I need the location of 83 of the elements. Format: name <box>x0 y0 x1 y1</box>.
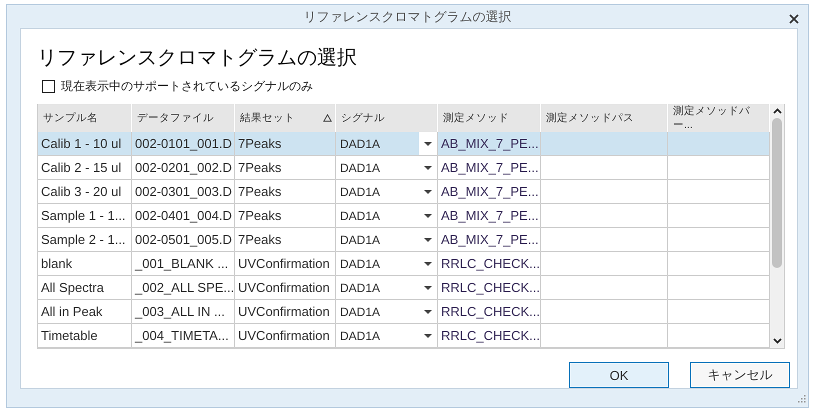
table-row[interactable]: All Spectra _002_ALL SPE... UVConfirmation DAD1A RRLC_CHECK... <box>38 276 770 300</box>
dropdown-arrow-icon <box>424 214 432 218</box>
dropdown-arrow-icon <box>424 286 432 290</box>
table-cell: 7Peaks <box>238 160 282 175</box>
scrollbar-thumb[interactable] <box>772 118 782 268</box>
signal-dropdown[interactable]: DAD1A <box>336 132 438 155</box>
table-row[interactable]: Calib 3 - 20 ul 002-0301_003.D 7Peaks DAD1A AB_MIX_7_PE... <box>38 180 770 204</box>
dropdown-arrow-icon <box>424 262 432 266</box>
cancel-button[interactable]: キャンセル <box>690 362 790 388</box>
sort-ascending-icon <box>323 114 332 122</box>
table-cell: 7Peaks <box>238 136 282 151</box>
table-row[interactable]: Calib 1 - 10 ul 002-0101_001.D 7Peaks DAD1A AB_MIX_7_PE... <box>38 132 770 156</box>
signal-dropdown[interactable]: DAD1A <box>336 180 438 203</box>
table-cell: blank <box>41 256 72 271</box>
table-cell: UVConfirmation <box>238 256 330 271</box>
table-row[interactable]: All in Peak _003_ALL IN ... UVConfirmation DAD1A RRLC_CHECK... <box>38 300 770 324</box>
dropdown-arrow-icon <box>424 166 432 170</box>
table-row[interactable]: Calib 2 - 15 ul 002-0201_002.D 7Peaks DAD1A AB_MIX_7_PE... <box>38 156 770 180</box>
vertical-scrollbar[interactable] <box>770 104 784 348</box>
dropdown-arrow-icon <box>424 190 432 194</box>
scroll-down-icon[interactable] <box>772 338 782 344</box>
table-row[interactable]: Sample 1 - 1... 002-0401_004.D 7Peaks DAD1A AB_MIX_7_PE... <box>38 204 770 228</box>
column-header-label: 測定メソッド <box>443 111 509 125</box>
table-cell: Calib 1 - 10 ul <box>41 136 122 151</box>
table-cell: Sample 1 - 1... <box>41 208 126 223</box>
table-cell: AB_MIX_7_PE... <box>441 136 539 151</box>
checkbox[interactable] <box>42 80 55 93</box>
table-cell: RRLC_CHECK... <box>441 328 540 343</box>
table-cell: 7Peaks <box>238 208 282 223</box>
table-cell: AB_MIX_7_PE... <box>441 160 539 175</box>
table-cell: UVConfirmation <box>238 328 330 343</box>
dropdown-arrow-icon <box>424 142 432 146</box>
table-cell: Sample 2 - 1... <box>41 232 126 247</box>
close-icon[interactable] <box>789 14 799 24</box>
table-cell: 002-0201_002.D <box>135 160 232 175</box>
table-cell: Timetable <box>41 328 98 343</box>
table-cell: _003_ALL IN ... <box>135 304 225 319</box>
table-cell: 002-0301_003.D <box>135 184 232 199</box>
column-header-label: 測定メソッドパス <box>546 111 634 125</box>
column-header-label: シグナル <box>341 111 385 125</box>
table-cell: 7Peaks <box>238 184 282 199</box>
table-cell: AB_MIX_7_PE... <box>441 232 539 247</box>
table-row[interactable]: Timetable _004_TIMETA... UVConfirmation DAD1A RRLC_CHECK... <box>38 324 770 348</box>
table-cell: 002-0101_001.D <box>135 136 232 151</box>
signal-dropdown[interactable]: DAD1A <box>336 156 438 179</box>
table-cell: All in Peak <box>41 304 102 319</box>
signal-dropdown[interactable]: DAD1A <box>336 228 438 251</box>
table-cell: All Spectra <box>41 280 104 295</box>
table-cell: UVConfirmation <box>238 280 330 295</box>
table-row[interactable]: blank _001_BLANK ... UVConfirmation DAD1A RRLC_CHECK... <box>38 252 770 276</box>
window-title: リファレンスクロマトグラムの選択 <box>304 8 512 26</box>
signal-dropdown[interactable]: DAD1A <box>336 300 438 323</box>
table-cell: _001_BLANK ... <box>135 256 228 271</box>
table-cell: 002-0501_005.D <box>135 232 232 247</box>
table-row[interactable]: Sample 2 - 1... 002-0501_005.D 7Peaks DAD1A AB_MIX_7_PE... <box>38 228 770 252</box>
signal-dropdown[interactable]: DAD1A <box>336 324 438 347</box>
table-cell: Calib 3 - 20 ul <box>41 184 122 199</box>
table-cell: AB_MIX_7_PE... <box>441 184 539 199</box>
table-cell: UVConfirmation <box>238 304 330 319</box>
table-cell: _002_ALL SPE... <box>135 280 234 295</box>
signal-dropdown[interactable]: DAD1A <box>336 276 438 299</box>
table-cell: RRLC_CHECK... <box>441 256 540 271</box>
signal-dropdown[interactable]: DAD1A <box>336 252 438 275</box>
ok-button[interactable]: OK <box>569 362 669 388</box>
signal-dropdown[interactable]: DAD1A <box>336 204 438 227</box>
dropdown-arrow-icon <box>424 310 432 314</box>
column-header-label: 測定メソッドバー... <box>673 104 751 132</box>
column-header-label: データファイル <box>137 111 214 125</box>
table-cell: Calib 2 - 15 ul <box>41 160 122 175</box>
resize-grip-icon[interactable] <box>796 395 806 405</box>
table-cell: RRLC_CHECK... <box>441 280 540 295</box>
table-cell: 002-0401_004.D <box>135 208 232 223</box>
table-cell: AB_MIX_7_PE... <box>441 208 539 223</box>
table-cell: _004_TIMETA... <box>135 328 229 343</box>
dropdown-arrow-icon <box>424 238 432 242</box>
column-header-label: 結果セット <box>240 111 295 125</box>
column-header-label: サンプル名 <box>43 111 98 125</box>
table-cell: 7Peaks <box>238 232 282 247</box>
checkbox-label: 現在表示中のサポートされているシグナルのみ <box>61 78 313 95</box>
table-cell: RRLC_CHECK... <box>441 304 540 319</box>
dropdown-arrow-icon <box>424 334 432 338</box>
scroll-up-icon[interactable] <box>772 108 782 114</box>
dialog-heading: リファレンスクロマトグラムの選択 <box>37 46 357 71</box>
